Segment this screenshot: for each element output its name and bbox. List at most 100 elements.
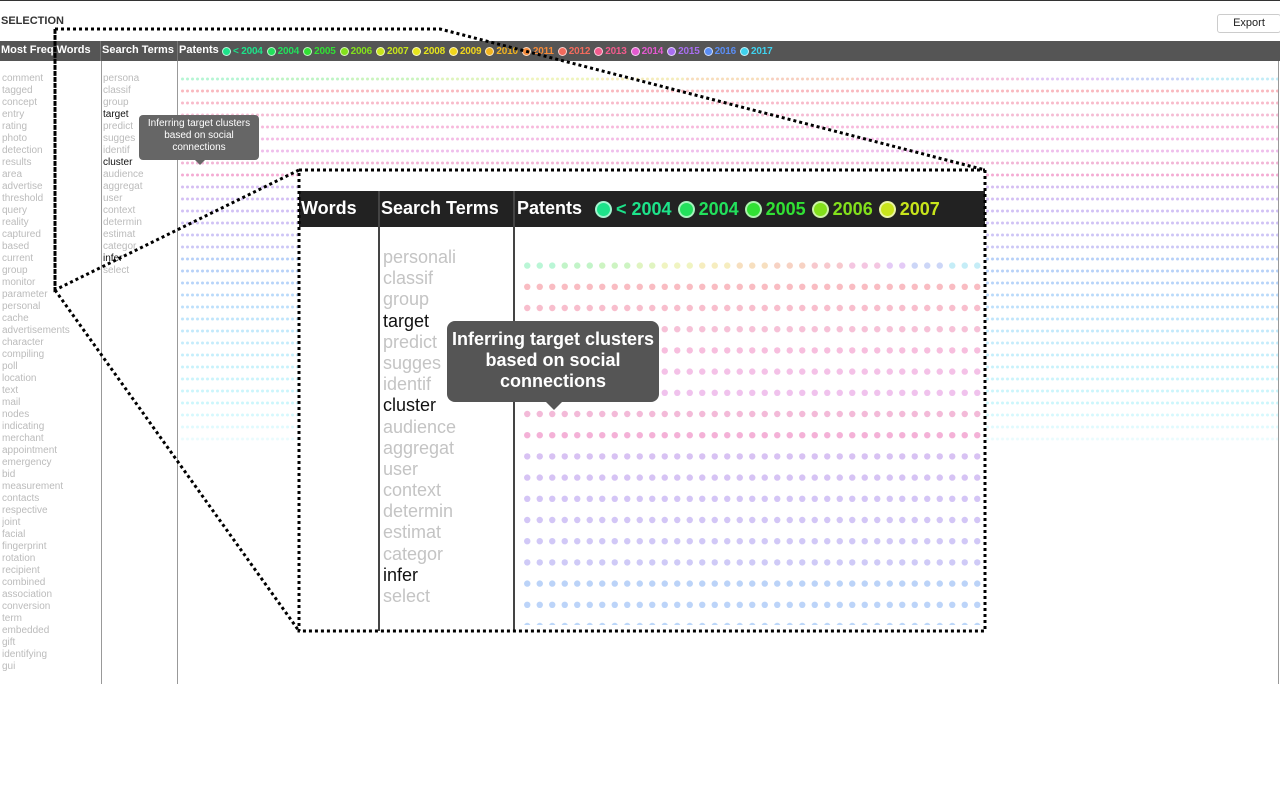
freq-word-item[interactable]: location xyxy=(2,373,98,385)
freq-word-item[interactable]: emergency xyxy=(2,457,98,469)
freq-word-item[interactable]: cache xyxy=(2,313,98,325)
search-term-item[interactable]: determin xyxy=(103,217,175,229)
freq-word-item[interactable]: monitor xyxy=(2,277,98,289)
freq-word-item[interactable]: association xyxy=(2,589,98,601)
freq-word-item[interactable]: character xyxy=(2,337,98,349)
legend-item[interactable]: 2017 xyxy=(740,46,773,57)
legend-item[interactable]: 2012 xyxy=(557,46,590,57)
patent-dot xyxy=(316,77,319,81)
freq-word-item[interactable]: respective xyxy=(2,505,98,517)
freq-word-item[interactable]: advertisements xyxy=(2,325,98,337)
patent-dot xyxy=(981,77,984,81)
search-term-item[interactable]: select xyxy=(103,265,175,277)
legend-item[interactable]: 2014 xyxy=(630,46,663,57)
column-header-patents[interactable]: Patents xyxy=(179,41,219,61)
freq-word-item[interactable]: threshold xyxy=(2,193,98,205)
patent-dot xyxy=(911,137,914,141)
patent-dot xyxy=(1031,125,1034,129)
search-term-item[interactable]: infer xyxy=(103,253,175,265)
freq-word-item[interactable]: indicating xyxy=(2,421,98,433)
freq-word-item[interactable]: merchant xyxy=(2,433,98,445)
legend-item[interactable]: 2013 xyxy=(594,46,627,57)
freq-word-item[interactable]: area xyxy=(2,169,98,181)
freq-word-item[interactable]: parameter xyxy=(2,289,98,301)
freq-word-item[interactable]: fingerprint xyxy=(2,541,98,553)
freq-word-item[interactable]: combined xyxy=(2,577,98,589)
legend-item[interactable]: 2004 xyxy=(266,46,299,57)
freq-word-item[interactable]: group xyxy=(2,265,98,277)
freq-word-item[interactable]: nodes xyxy=(2,409,98,421)
legend-item[interactable]: 2009 xyxy=(448,46,482,57)
legend-item[interactable]: < 2004 xyxy=(222,46,263,57)
search-term-item[interactable]: classif xyxy=(103,85,175,97)
legend-item[interactable]: 2008 xyxy=(412,46,445,57)
freq-word-item[interactable]: mail xyxy=(2,397,98,409)
legend-item[interactable]: 2007 xyxy=(376,46,409,57)
patent-dot xyxy=(1206,173,1209,177)
freq-word-item[interactable]: comment xyxy=(2,73,98,85)
legend-item[interactable]: 2006 xyxy=(339,46,372,57)
freq-word-item[interactable]: measurement xyxy=(2,481,98,493)
export-button[interactable]: Export xyxy=(1217,14,1280,33)
patent-dot xyxy=(191,221,194,225)
patent-dot xyxy=(1056,125,1059,129)
freq-word-item[interactable]: rating xyxy=(2,121,98,133)
patent-dot xyxy=(701,113,704,117)
freq-word-item[interactable]: based xyxy=(2,241,98,253)
freq-word-item[interactable]: photo xyxy=(2,133,98,145)
search-term-item[interactable]: user xyxy=(103,193,175,205)
patent-dot xyxy=(596,101,599,105)
freq-word-item[interactable]: concept xyxy=(2,97,98,109)
freq-word-item[interactable]: joint xyxy=(2,517,98,529)
patent-dot xyxy=(276,317,279,321)
freq-word-item[interactable]: term xyxy=(2,613,98,625)
legend-item[interactable]: 2011 xyxy=(521,46,554,57)
freq-word-item[interactable]: facial xyxy=(2,529,98,541)
patent-dot xyxy=(1246,329,1249,333)
freq-word-item[interactable]: poll xyxy=(2,361,98,373)
freq-word-item[interactable]: bid xyxy=(2,469,98,481)
freq-word-item[interactable]: query xyxy=(2,205,98,217)
freq-word-item[interactable]: gift xyxy=(2,637,98,649)
freq-word-item[interactable]: detection xyxy=(2,145,98,157)
search-term-item[interactable]: estimat xyxy=(103,229,175,241)
legend-item[interactable]: 2015 xyxy=(667,46,700,57)
patent-dot xyxy=(711,89,714,93)
legend-item[interactable]: 2016 xyxy=(703,46,736,57)
freq-word-item[interactable]: personal xyxy=(2,301,98,313)
freq-word-item[interactable]: gui xyxy=(2,661,98,673)
column-header-words[interactable]: Most Freq Words xyxy=(1,41,91,61)
patent-dot xyxy=(326,77,329,81)
search-term-item[interactable]: aggregat xyxy=(103,181,175,193)
legend-item[interactable]: 2010 xyxy=(485,46,518,57)
freq-word-item[interactable]: tagged xyxy=(2,85,98,97)
search-term-item[interactable]: group xyxy=(103,97,175,109)
patent-dot xyxy=(1101,125,1104,129)
legend-item[interactable]: 2005 xyxy=(303,45,336,57)
freq-word-item[interactable]: text xyxy=(2,385,98,397)
search-term-item[interactable]: audience xyxy=(103,169,175,181)
patent-dot xyxy=(321,137,324,141)
freq-word-item[interactable]: appointment xyxy=(2,445,98,457)
patent-dot xyxy=(1181,269,1184,273)
freq-word-item[interactable]: results xyxy=(2,157,98,169)
patent-dot xyxy=(766,101,769,105)
freq-word-item[interactable]: compiling xyxy=(2,349,98,361)
freq-word-item[interactable]: entry xyxy=(2,109,98,121)
freq-word-item[interactable]: reality xyxy=(2,217,98,229)
freq-word-item[interactable]: rotation xyxy=(2,553,98,565)
freq-word-item[interactable]: identifying xyxy=(2,649,98,661)
column-header-search-terms[interactable]: Search Terms xyxy=(102,41,174,61)
search-term-item[interactable]: categor xyxy=(103,241,175,253)
freq-word-item[interactable]: advertise xyxy=(2,181,98,193)
freq-word-item[interactable]: recipient xyxy=(2,565,98,577)
freq-word-item[interactable]: current xyxy=(2,253,98,265)
freq-word-item[interactable]: conversion xyxy=(2,601,98,613)
freq-word-item[interactable]: contacts xyxy=(2,493,98,505)
freq-word-item[interactable]: embedded xyxy=(2,625,98,637)
search-term-item[interactable]: persona xyxy=(103,73,175,85)
freq-word-item[interactable]: captured xyxy=(2,229,98,241)
search-term-item[interactable]: context xyxy=(103,205,175,217)
patent-dot xyxy=(671,149,674,153)
legend-label: 2005 xyxy=(314,45,336,57)
